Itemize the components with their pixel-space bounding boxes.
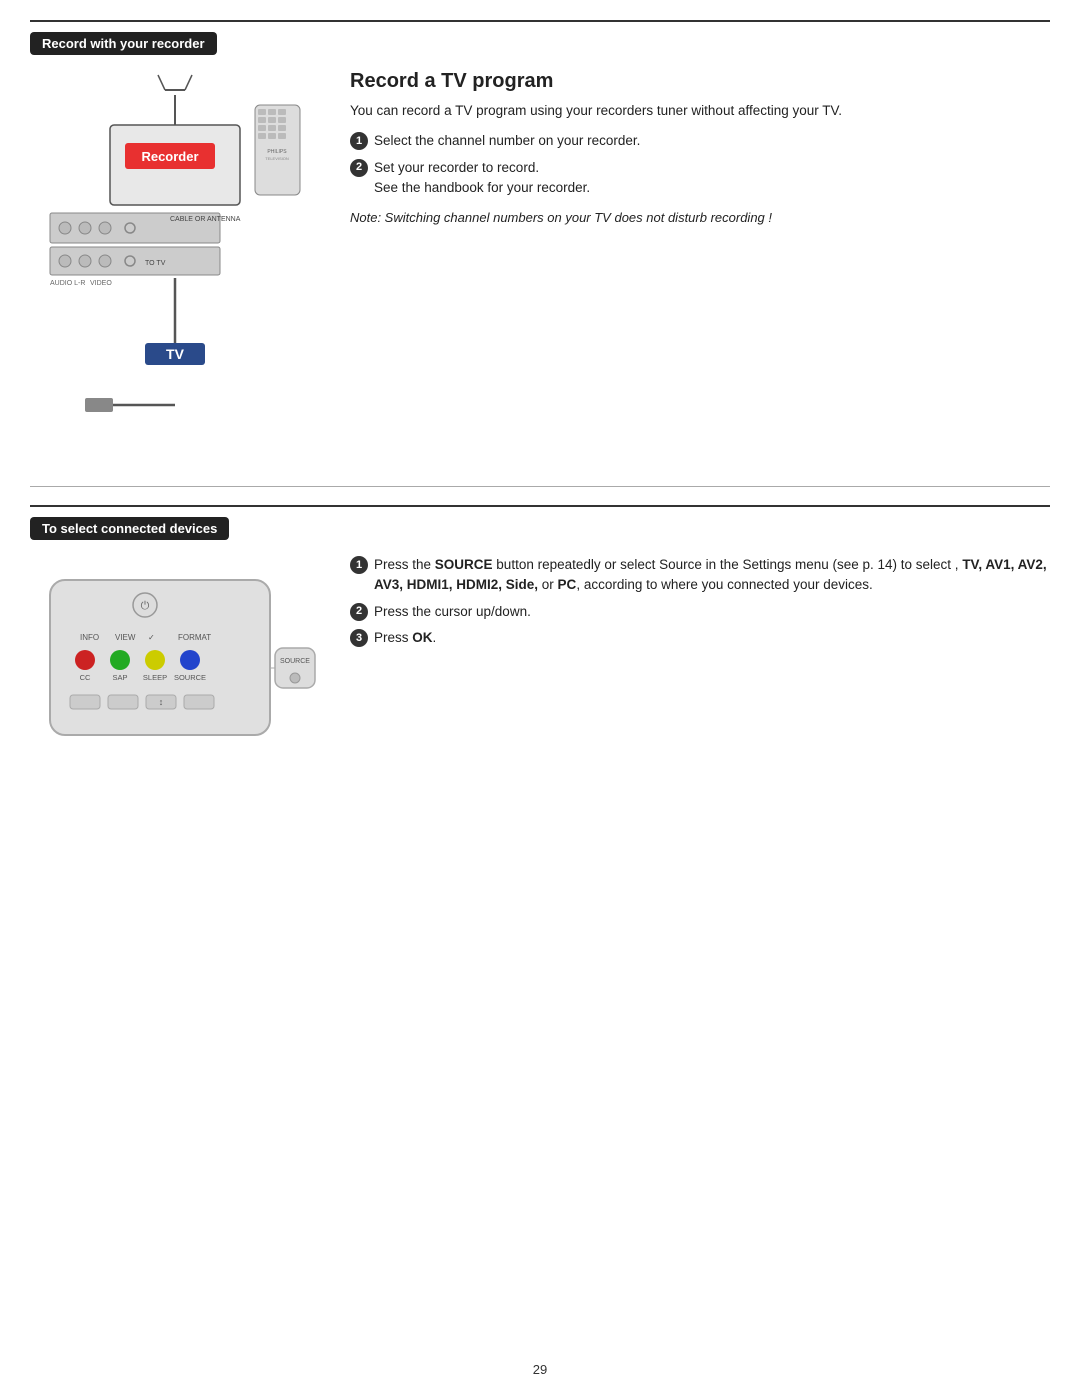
record-step-2: 2 Set your recorder to record.See the ha… (350, 158, 1050, 199)
svg-text:PHILIPS: PHILIPS (267, 149, 287, 155)
svg-text:FORMAT: FORMAT (178, 633, 211, 642)
section-record: Record with your recorder Recorder (30, 20, 1050, 468)
svg-text:CC: CC (80, 673, 91, 682)
svg-text:CABLE OR ANTENNA: CABLE OR ANTENNA (170, 216, 241, 223)
svg-text:TV: TV (166, 346, 185, 362)
svg-text:VIDEO: VIDEO (90, 280, 112, 287)
select-step-2: 2 Press the cursor up/down. (350, 602, 1050, 622)
step-number-1: 1 (350, 132, 368, 150)
svg-text:SLEEP: SLEEP (143, 673, 167, 682)
svg-text:✓: ✓ (148, 633, 155, 642)
select-section-header-wrap: To select connected devices (30, 517, 1050, 550)
step-number-2: 2 (350, 159, 368, 177)
record-title: Record a TV program (350, 70, 1050, 93)
select-step-3-text: Press OK. (374, 628, 436, 648)
select-step-2-text: Press the cursor up/down. (374, 602, 531, 622)
record-header-label: Record with your recorder (30, 32, 217, 55)
section-select: To select connected devices ⏻ INFO VIEW … (30, 505, 1050, 783)
select-step-num-2: 2 (350, 603, 368, 621)
record-step-1: 1 Select the channel number on your reco… (350, 131, 1050, 151)
select-step-1: 1 Press the SOURCE button repeatedly or … (350, 555, 1050, 596)
svg-text:INFO: INFO (80, 633, 99, 642)
svg-text:↕: ↕ (159, 697, 164, 707)
select-text-area: 1 Press the SOURCE button repeatedly or … (350, 550, 1050, 783)
remote-diagram-svg: ⏻ INFO VIEW ✓ FORMAT CC SAP SLEEP SOURCE (30, 550, 320, 780)
record-text-area: Record a TV program You can record a TV … (350, 65, 1050, 468)
select-step-1-text: Press the SOURCE button repeatedly or se… (374, 555, 1050, 596)
svg-text:AUDIO L-R: AUDIO L-R (50, 280, 85, 287)
select-step-num-3: 3 (350, 629, 368, 647)
record-steps-list: 1 Select the channel number on your reco… (350, 131, 1050, 198)
svg-text:TO TV: TO TV (145, 260, 166, 267)
select-steps-list: 1 Press the SOURCE button repeatedly or … (350, 555, 1050, 648)
select-step-num-1: 1 (350, 556, 368, 574)
record-step-2-text: Set your recorder to record.See the hand… (374, 158, 590, 199)
record-note: Note: Switching channel numbers on your … (350, 208, 1050, 228)
record-intro: You can record a TV program using your r… (350, 101, 1050, 121)
svg-text:SOURCE: SOURCE (280, 658, 310, 665)
recorder-diagram-area: Recorder (30, 65, 330, 468)
section-divider (30, 486, 1050, 487)
svg-text:Recorder: Recorder (141, 149, 198, 164)
svg-text:VIEW: VIEW (115, 633, 136, 642)
remote-diagram-area: ⏻ INFO VIEW ✓ FORMAT CC SAP SLEEP SOURCE (30, 550, 330, 783)
recorder-diagram-svg: Recorder (30, 65, 310, 465)
record-section-header: Record with your recorder (30, 32, 1050, 65)
svg-text:TELEVISION: TELEVISION (265, 156, 289, 161)
record-step-1-text: Select the channel number on your record… (374, 131, 640, 151)
page: Record with your recorder Recorder (0, 0, 1080, 1397)
page-number: 29 (533, 1362, 547, 1377)
select-step-3: 3 Press OK. (350, 628, 1050, 648)
svg-text:SAP: SAP (112, 673, 127, 682)
svg-text:⏻: ⏻ (141, 600, 150, 612)
select-header-label: To select connected devices (30, 517, 229, 540)
svg-text:SOURCE: SOURCE (174, 673, 206, 682)
